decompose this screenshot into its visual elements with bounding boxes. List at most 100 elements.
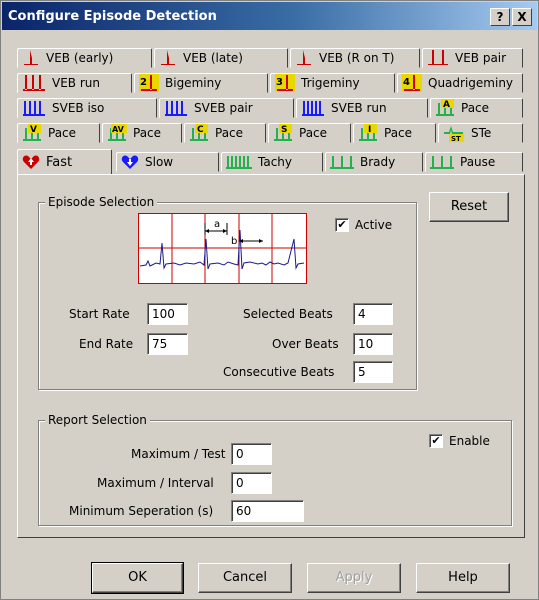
tab-panel-fast: Episode Selection a b ✔ Active Start Rat… [17, 174, 525, 538]
tab-veb-late[interactable]: VEB (late) [154, 48, 288, 68]
tab-pace-s[interactable]: S Pace [268, 123, 351, 143]
tab-label: Pace [215, 126, 244, 140]
svg-text:V: V [30, 125, 37, 135]
svg-text:4: 4 [403, 77, 410, 88]
tab-pace-i[interactable]: I Pace [353, 123, 436, 143]
tab-label: VEB (late) [183, 51, 243, 65]
brady-icon [330, 156, 354, 169]
quadrigeminy-icon: 4 [402, 74, 422, 92]
tab-veb-early[interactable]: VEB (early) [17, 48, 152, 68]
max-interval-input[interactable]: 0 [231, 472, 272, 494]
max-test-input[interactable]: 0 [231, 443, 272, 465]
veb-r-on-t-icon [297, 50, 311, 65]
tab-label: STe [471, 126, 492, 140]
bigeminy-icon: 2 [139, 74, 159, 92]
tab-pace-av[interactable]: AV Pace [102, 123, 182, 143]
tab-sveb-iso[interactable]: SVEB iso [17, 98, 157, 118]
active-label: Active [355, 218, 393, 232]
checkbox-check-icon: ✔ [429, 434, 443, 448]
tab-quadrigeminy[interactable]: 4 Quadrigeminy [397, 73, 523, 93]
report-selection-group: Report Selection Maximum / Test 0 Maximu… [38, 413, 512, 526]
selected-beats-input[interactable]: 4 [353, 303, 393, 325]
tab-label: Bigeminy [165, 76, 222, 90]
ecg-diagram: a b [138, 213, 307, 284]
tab-label: Pace [461, 101, 490, 115]
tab-label: VEB pair [455, 51, 507, 65]
tab-label: Brady [360, 155, 396, 169]
tab-pace-v[interactable]: V Pace [17, 123, 100, 143]
consecutive-beats-label: Consecutive Beats [223, 365, 335, 379]
active-checkbox[interactable]: ✔ Active [335, 218, 392, 232]
svg-text:I: I [368, 125, 371, 135]
tab-veb-run[interactable]: VEB run [17, 73, 132, 93]
trigeminy-icon: 3 [275, 74, 295, 92]
tab-label: VEB (R on T) [319, 51, 395, 65]
close-button[interactable]: X [512, 8, 532, 26]
tab-label: SVEB pair [194, 101, 253, 115]
start-rate-input[interactable]: 100 [147, 303, 188, 325]
veb-early-icon [24, 50, 38, 65]
help-title-button[interactable]: ? [490, 8, 510, 26]
apply-button[interactable]: Apply [307, 563, 401, 593]
min-separation-input[interactable]: 60 [231, 500, 304, 522]
svg-text:C: C [197, 125, 204, 135]
help-button[interactable]: Help [416, 563, 510, 593]
ok-button[interactable]: OK [91, 562, 184, 594]
svg-text:AV: AV [112, 125, 125, 134]
configure-episode-dialog: Configure Episode Detection ? X VEB (ear… [0, 0, 539, 600]
tab-label: SVEB iso [52, 101, 105, 115]
pace-a-icon: A [436, 99, 454, 116]
pause-icon [430, 156, 454, 169]
svg-text:2: 2 [140, 77, 147, 88]
tab-label: Pace [299, 126, 328, 140]
end-rate-input[interactable]: 75 [147, 333, 188, 355]
tab-trigeminy[interactable]: 3 Trigeminy [270, 73, 395, 93]
tab-pace-a[interactable]: A Pace [430, 98, 523, 118]
tab-bigeminy[interactable]: 2 Bigeminy [134, 73, 268, 93]
veb-pair-icon [428, 50, 448, 65]
tab-brady[interactable]: Brady [325, 152, 423, 172]
start-rate-label: Start Rate [69, 307, 130, 321]
selected-beats-label: Selected Beats [243, 307, 333, 321]
pace-av-icon: AV [108, 124, 127, 141]
sveb-pair-icon [165, 101, 187, 116]
heart-up-icon [22, 155, 40, 169]
tab-label: Pause [460, 155, 496, 169]
tab-sveb-pair[interactable]: SVEB pair [159, 98, 294, 118]
diagram-label-b: b [231, 236, 237, 247]
tab-ste[interactable]: ST STe [438, 123, 523, 143]
tab-label: Quadrigeminy [428, 76, 514, 90]
tab-label: Pace [384, 126, 413, 140]
title-bar[interactable]: Configure Episode Detection ? X [2, 2, 537, 30]
tab-pace-c[interactable]: C Pace [184, 123, 266, 143]
tab-label: Pace [48, 126, 77, 140]
pace-c-icon: C [190, 124, 208, 141]
pace-v-icon: V [23, 124, 41, 141]
tab-label: SVEB run [331, 101, 387, 115]
veb-late-icon [161, 50, 175, 65]
tab-tachy[interactable]: Tachy [221, 152, 323, 172]
window-title: Configure Episode Detection [8, 9, 217, 24]
episode-selection-legend: Episode Selection [45, 195, 158, 209]
sveb-run-icon [302, 101, 324, 116]
tab-pause[interactable]: Pause [425, 152, 523, 172]
max-interval-label: Maximum / Interval [97, 476, 214, 490]
tab-veb-pair[interactable]: VEB pair [422, 48, 523, 68]
tab-label: VEB run [52, 76, 100, 90]
tab-veb-r-on-t[interactable]: VEB (R on T) [290, 48, 420, 68]
veb-run-icon [23, 75, 45, 91]
tab-slow[interactable]: Slow [116, 152, 219, 172]
tab-label: VEB (early) [46, 51, 114, 65]
consecutive-beats-input[interactable]: 5 [353, 361, 393, 383]
over-beats-label: Over Beats [272, 337, 339, 351]
tab-fast[interactable]: Fast [17, 149, 112, 174]
tab-sveb-run[interactable]: SVEB run [296, 98, 428, 118]
enable-checkbox[interactable]: ✔ Enable [429, 434, 490, 448]
tab-label: Slow [145, 155, 174, 169]
over-beats-input[interactable]: 10 [353, 333, 393, 355]
tab-label: Trigeminy [301, 76, 360, 90]
reset-button[interactable]: Reset [429, 192, 509, 222]
cancel-button[interactable]: Cancel [198, 563, 292, 593]
max-test-label: Maximum / Test [131, 447, 226, 461]
tab-label: Pace [133, 126, 162, 140]
